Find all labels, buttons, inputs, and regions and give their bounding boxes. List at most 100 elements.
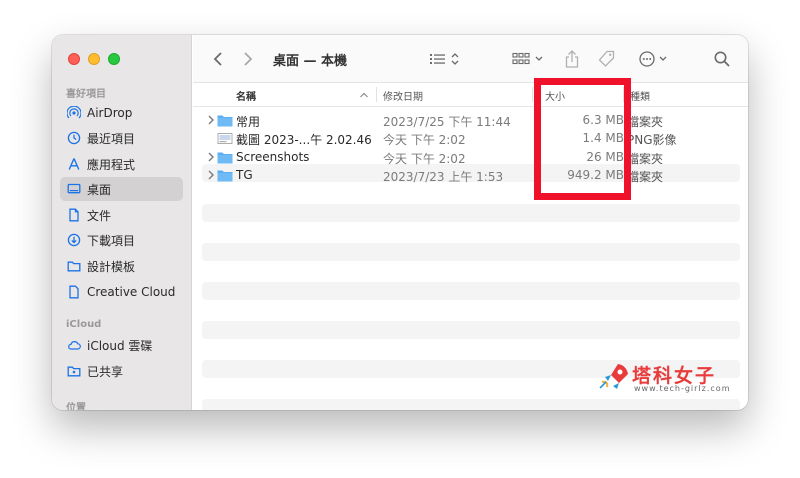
close-button[interactable] [68,53,80,65]
sidebar-item-label: 應用程式 [87,157,136,172]
sidebar-section-locations: 位置 [66,403,86,410]
column-name[interactable]: 名稱 [236,88,256,103]
sidebar-section-favorites: 喜好項目 [66,89,106,100]
airdrop-icon [67,106,81,120]
watermark: 塔科女子 www.tech-girlz.com [598,358,731,398]
clock-icon [67,131,81,145]
cloud-icon [67,338,81,352]
sidebar-item-desktop[interactable]: 桌面 [60,177,183,201]
sidebar-item-shared[interactable]: 已共享 [60,359,183,383]
empty-row [202,321,740,339]
sidebar-item-label: 文件 [87,208,112,223]
folder-icon [217,115,233,127]
column-header: 名稱 修改日期 大小 種類 [193,83,748,107]
zoom-button[interactable] [108,53,120,65]
disclosure-chevron-icon[interactable] [206,169,216,181]
empty-row [202,204,740,222]
sidebar-item-label: 最近項目 [87,131,136,146]
sidebar-item-airdrop[interactable]: AirDrop [60,101,183,125]
download-icon [67,233,81,247]
sidebar: 喜好項目 AirDrop 最近項目 應用程式 桌面 文件 下載項目 設計模板 C… [52,35,192,410]
file-date: 2023/7/25 下午 11:44 [383,115,511,129]
file-name: 截圖 2023-...午 2.02.46 [236,133,372,147]
disclosure-chevron-icon[interactable] [206,114,216,126]
image-thumbnail-icon [217,133,233,144]
sidebar-item-label: 桌面 [87,182,112,197]
column-kind[interactable]: 種類 [630,88,650,103]
tag-icon [598,50,615,67]
file-name: 常用 [236,115,261,129]
sidebar-item-label: 已共享 [87,364,124,379]
chevron-left-icon [213,52,222,66]
sidebar-item-recents[interactable]: 最近項目 [60,126,183,150]
shared-folder-icon [67,364,81,378]
apps-icon [67,157,81,171]
folder-icon [67,259,81,273]
sidebar-item-label: AirDrop [87,106,133,120]
file-kind: 檔案夾 [627,152,664,166]
file-kind: 檔案夾 [627,170,664,184]
watermark-url: www.tech-girlz.com [634,384,731,393]
search-button[interactable] [711,48,733,70]
column-divider [623,87,624,102]
column-divider [532,87,533,102]
folder-icon [217,152,233,164]
column-divider [376,87,377,102]
share-button[interactable] [561,48,583,70]
file-size: 6.3 MB [582,113,624,127]
file-icon [67,285,81,299]
file-size: 949.2 MB [567,168,624,182]
search-icon [714,51,730,67]
sidebar-item-downloads[interactable]: 下載項目 [60,228,183,252]
table-row[interactable]: 常用 2023/7/25 下午 11:44 6.3 MB 檔案夾 [202,112,740,130]
share-icon [565,50,579,68]
table-row[interactable]: 截圖 2023-...午 2.02.46 今天 下午 2:02 1.4 MB P… [202,130,740,148]
sidebar-item-label: 下載項目 [87,233,136,248]
file-name: Screenshots [236,150,310,164]
file-date: 今天 下午 2:02 [383,133,466,147]
view-options-button[interactable] [428,49,464,69]
minimize-button[interactable] [88,53,100,65]
disclosure-chevron-icon[interactable] [206,151,216,163]
grid-icon [512,52,543,65]
more-actions-button[interactable] [638,49,672,69]
file-size: 26 MB [586,150,624,164]
column-size[interactable]: 大小 [545,88,565,103]
sidebar-item-documents[interactable]: 文件 [60,203,183,227]
sidebar-section-icloud: iCloud [66,319,102,330]
file-date: 2023/7/23 上午 1:53 [383,170,504,184]
column-date[interactable]: 修改日期 [383,88,423,103]
finder-window: 喜好項目 AirDrop 最近項目 應用程式 桌面 文件 下載項目 設計模板 C… [52,35,748,410]
sidebar-item-applications[interactable]: 應用程式 [60,152,183,176]
chevron-right-icon [244,52,253,66]
sort-chevron-up-icon [359,89,369,101]
file-kind: PNG影像 [627,133,677,147]
sidebar-item-label: Creative Cloud [87,285,176,299]
sidebar-item-design-templates[interactable]: 設計模板 [60,254,183,278]
desktop-icon [67,182,81,196]
forward-button[interactable] [239,49,257,69]
file-size: 1.4 MB [582,131,624,145]
file-date: 今天 下午 2:02 [383,152,466,166]
ellipsis-circle-icon [639,51,667,67]
rocket-logo-icon [599,364,628,389]
list-view-icon [430,53,459,65]
tag-button[interactable] [595,48,619,70]
table-row[interactable]: TG 2023/7/23 上午 1:53 949.2 MB 檔案夾 [202,167,740,185]
sidebar-item-label: 設計模板 [87,259,136,274]
window-controls [68,53,120,65]
empty-row [202,399,740,410]
empty-row [202,282,740,300]
folder-icon [217,170,233,182]
sidebar-item-icloud-drive[interactable]: iCloud 雲碟 [60,333,183,357]
toolbar: 桌面 — 本機 [193,35,748,83]
sidebar-item-creative-cloud[interactable]: Creative Cloud [60,280,183,304]
document-icon [67,208,81,222]
back-button[interactable] [209,49,227,69]
group-button[interactable] [511,49,547,69]
table-row[interactable]: Screenshots 今天 下午 2:02 26 MB 檔案夾 [202,149,740,167]
file-name: TG [236,168,253,182]
window-title: 桌面 — 本機 [273,54,348,69]
empty-row [202,243,740,261]
file-kind: 檔案夾 [627,115,664,129]
